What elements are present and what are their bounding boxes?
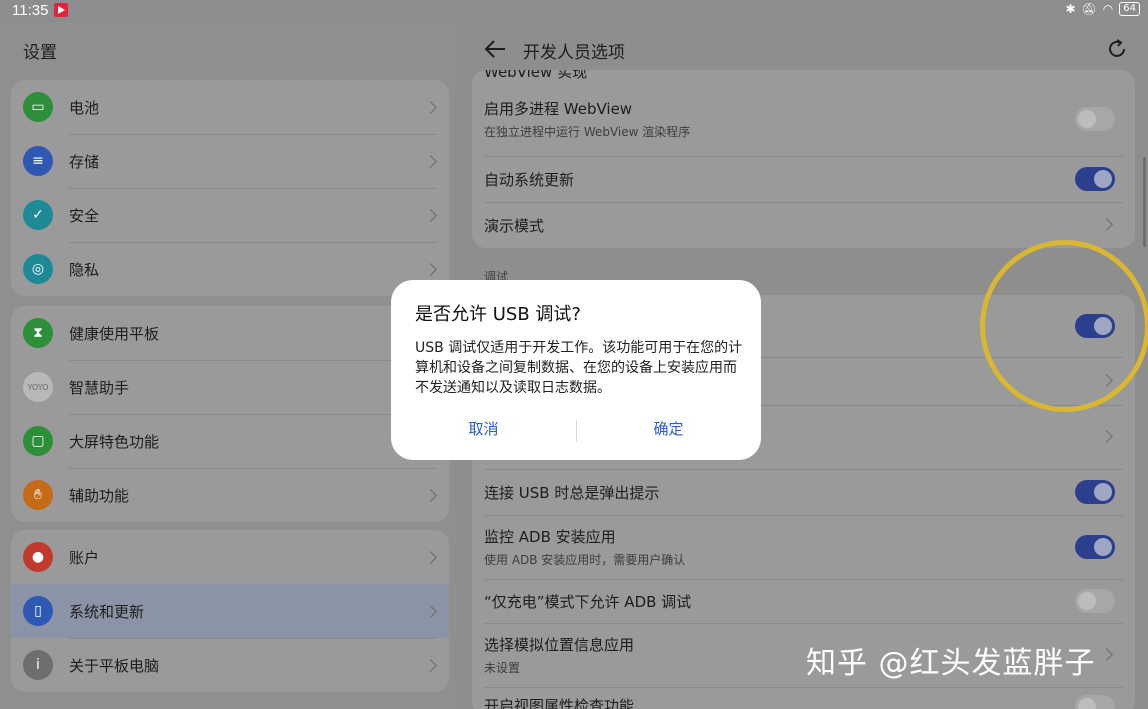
sidebar-item-label: 安全 [69,206,100,225]
large-screen-icon: ▢ [23,426,53,456]
setting-title: 自动系统更新 [484,170,575,189]
zhihu-watermark: 知乎 @红头发蓝胖子 [806,646,1096,681]
sidebar-item-label: 大屏特色功能 [69,432,160,451]
setting-charge-only-adb[interactable]: “仅充电”模式下允许 ADB 调试 [472,579,1135,623]
sidebar-item-storage[interactable]: ≡ 存储 [11,134,449,188]
confirm-button[interactable]: 确定 [576,418,761,439]
settings-group-1: ▭ 电池 ≡ 存储 ✓ 安全 ◎ 隐私 [11,80,449,296]
sidebar-item-label: 系统和更新 [69,602,145,621]
partial-row-label: WebView 实现 [484,70,588,81]
partial-row-webview: WebView 实现 [472,70,1135,82]
video-app-icon [54,3,68,17]
battery-level: 64 [1119,2,1140,16]
sidebar-title: 设置 [23,43,57,63]
sidebar-item-battery[interactable]: ▭ 电池 [11,80,449,134]
status-bar: 11:35 ✱ 🔕︎ ◠ 64 [0,0,1148,22]
mute-icon: 🔕︎ [1081,2,1097,16]
battery-icon: ▭ [23,92,53,122]
usb-prompt-toggle[interactable] [1075,480,1115,504]
auto-system-update-toggle[interactable] [1075,167,1115,191]
sidebar-item-label: 关于平板电脑 [69,656,160,675]
sidebar-item-account[interactable]: ● 账户 [11,530,449,584]
sidebar-item-security[interactable]: ✓ 安全 [11,188,449,242]
sidebar-item-large-screen[interactable]: ▢ 大屏特色功能 [11,414,449,468]
setting-subtitle: 使用 ADB 安装应用时，需要用户确认 [484,553,686,567]
privacy-lock-icon: ◎ [23,254,53,284]
sidebar-item-privacy[interactable]: ◎ 隐私 [11,242,449,296]
setting-title: 连接 USB 时总是弹出提示 [484,483,660,502]
yoyo-assistant-icon: YOYO [23,372,53,402]
multiprocess-webview-toggle[interactable] [1075,107,1115,131]
chevron-right-icon [424,658,437,672]
settings-group-3: ● 账户 ▯ 系统和更新 i 关于平板电脑 [11,530,449,692]
view-attribute-inspection-toggle[interactable] [1075,695,1115,709]
usb-debugging-dialog: 是否允许 USB 调试? USB 调试仅适用于开发工作。该功能可用于在您的计算机… [391,280,761,460]
page-title: 开发人员选项 [523,43,625,63]
info-icon: i [23,650,53,680]
setting-view-attribute-inspection[interactable]: 开启视图属性检查功能 [472,687,1135,709]
chevron-right-icon [424,100,437,114]
chevron-right-icon [424,154,437,168]
chevron-right-icon [424,604,437,618]
setting-title: 启用多进程 WebView [484,100,633,118]
cancel-button[interactable]: 取消 [391,418,576,439]
back-arrow-icon[interactable] [484,39,506,59]
scrollbar-thumb[interactable] [1143,157,1146,247]
sidebar-item-smart-assistant[interactable]: YOYO 智慧助手 [11,360,449,414]
charge-only-adb-toggle[interactable] [1075,589,1115,613]
setting-title: 演示模式 [484,216,545,235]
sidebar-item-about-tablet[interactable]: i 关于平板电脑 [11,638,449,692]
sidebar-item-accessibility[interactable]: ✋︎ 辅助功能 [11,468,449,522]
sidebar-item-label: 智慧助手 [69,378,130,397]
sidebar-item-label: 账户 [69,548,100,567]
storage-icon: ≡ [23,146,53,176]
setting-multiprocess-webview[interactable]: 启用多进程 WebView 在独立进程中运行 WebView 渲染程序 [472,82,1135,156]
status-icons: ✱ 🔕︎ ◠ 64 [1065,2,1140,16]
settings-card-webview: WebView 实现 启用多进程 WebView 在独立进程中运行 WebVie… [472,70,1135,248]
chevron-right-icon [1100,430,1113,443]
chevron-right-icon [424,550,437,564]
bluetooth-icon: ✱ [1065,2,1076,16]
sidebar-item-label: 健康使用平板 [69,324,160,343]
account-icon: ● [23,542,53,572]
system-update-icon: ▯ [23,596,53,626]
setting-auto-system-update[interactable]: 自动系统更新 [472,156,1135,202]
monitor-adb-install-toggle[interactable] [1075,535,1115,559]
setting-title: 开启视图属性检查功能 [484,697,635,709]
setting-demo-mode[interactable]: 演示模式 [472,202,1135,248]
setting-subtitle: 在独立进程中运行 WebView 渲染程序 [484,125,691,139]
setting-title: 监控 ADB 安装应用 [484,528,616,546]
hourglass-icon: ⧗ [23,318,53,348]
sidebar-item-label: 隐私 [69,260,100,279]
chevron-right-icon [424,208,437,222]
sidebar-item-label: 存储 [69,152,100,171]
sidebar-item-label: 辅助功能 [69,486,130,505]
settings-group-2: ⧗ 健康使用平板 YOYO 智慧助手 ▢ 大屏特色功能 ✋︎ 辅助功能 [11,306,449,522]
hand-icon: ✋︎ [23,480,53,510]
chevron-right-icon [424,262,437,276]
setting-title: “仅充电”模式下允许 ADB 调试 [484,592,692,611]
status-time: 11:35 [12,2,49,19]
security-shield-icon: ✓ [23,200,53,230]
wifi-icon: ◠ [1102,2,1114,16]
highlight-annotation-circle [980,240,1148,412]
dialog-message: USB 调试仅适用于开发工作。该功能可用于在您的计算机和设备之间复制数据、在您的… [415,340,743,396]
chevron-right-icon [424,488,437,502]
sidebar-item-label: 电池 [69,98,100,117]
setting-usb-prompt[interactable]: 连接 USB 时总是弹出提示 [472,469,1135,515]
dialog-title: 是否允许 USB 调试? [415,304,581,325]
sidebar-item-healthy-usage[interactable]: ⧗ 健康使用平板 [11,306,449,360]
sidebar-item-system-update[interactable]: ▯ 系统和更新 [11,584,449,638]
setting-monitor-adb-install[interactable]: 监控 ADB 安装应用 使用 ADB 安装应用时，需要用户确认 [472,515,1135,579]
refresh-icon[interactable] [1106,38,1128,60]
